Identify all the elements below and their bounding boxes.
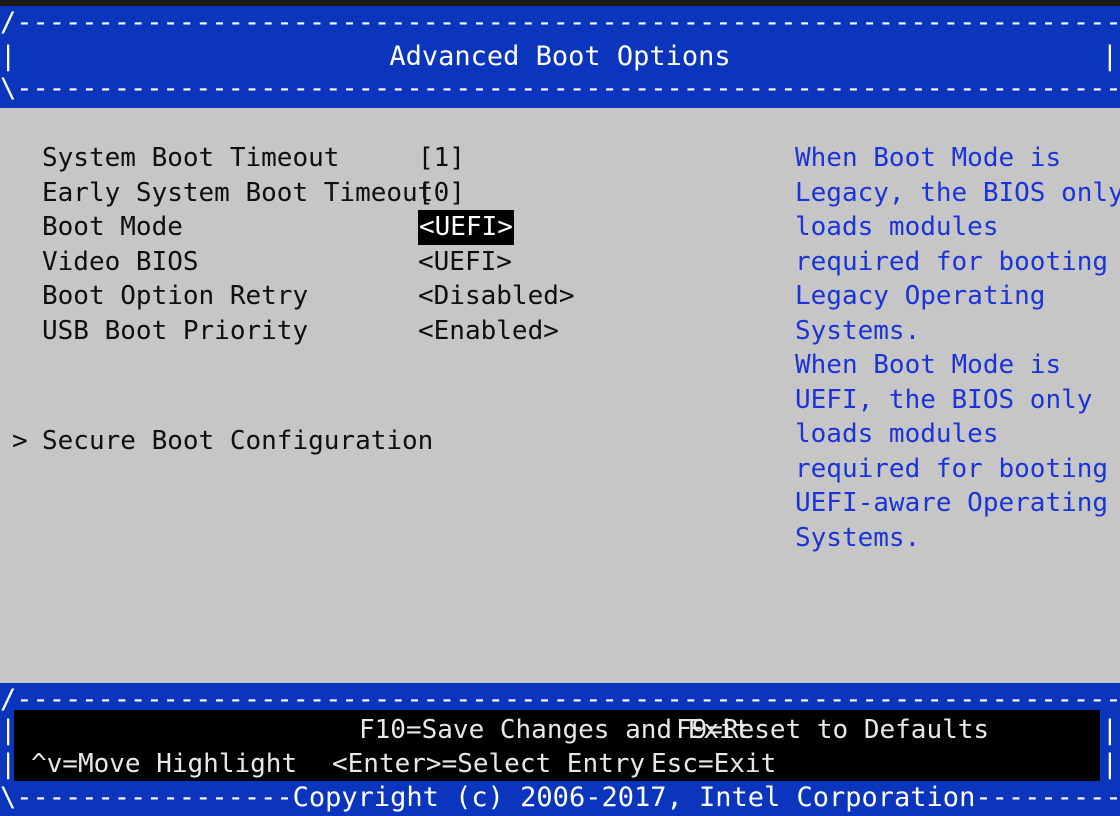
menu-row-video-bios[interactable]: Video BIOS <UEFI>: [0, 245, 780, 280]
bios-setup-screen: /---------------------------------------…: [0, 0, 1120, 816]
key-legend-row-1: F10=Save Changes and Exit F9=Reset to De…: [14, 713, 1100, 747]
header-bottom-border: \---------------------------------------…: [0, 74, 1120, 104]
menu-label: Boot Option Retry: [42, 281, 309, 311]
key-legend-box: F10=Save Changes and Exit F9=Reset to De…: [14, 710, 1100, 781]
help-line: Legacy, the BIOS only: [795, 177, 1120, 208]
footer-border-right-row1: |: [1101, 715, 1118, 746]
help-line: loads modules: [795, 419, 999, 449]
help-line: required for booting: [795, 246, 1109, 277]
help-line: Systems.: [795, 315, 921, 346]
menu-row-early-system-boot-timeout[interactable]: Early System Boot Timeout [0]: [0, 176, 780, 211]
menu-label: Video BIOS: [42, 246, 199, 277]
key-select-entry[interactable]: <Enter>=Select Entry: [332, 747, 645, 781]
help-text-panel: When Boot Mode is Legacy, the BIOS only …: [795, 141, 1120, 555]
key-legend-row-2: ^v=Move Highlight <Enter>=Select Entry E…: [14, 747, 1100, 781]
header-border-right: |: [1101, 41, 1118, 72]
header-top-border: /---------------------------------------…: [0, 8, 1120, 38]
menu-label: Secure Boot Configuration: [42, 426, 434, 456]
menu-label: Boot Mode: [42, 212, 183, 242]
copyright-border: \-----------------Copyright (c) 2006-201…: [0, 783, 1120, 813]
menu-value[interactable]: [1]: [418, 141, 465, 176]
help-line: Systems.: [795, 522, 921, 553]
help-line: UEFI-aware Operating: [795, 488, 1109, 518]
help-line: UEFI, the BIOS only: [795, 384, 1093, 415]
menu-value[interactable]: <Disabled>: [418, 279, 575, 314]
menu-value[interactable]: <UEFI>: [418, 245, 512, 280]
submenu-arrow-icon: >: [12, 426, 28, 456]
help-line: When Boot Mode is: [795, 350, 1062, 380]
key-move-highlight[interactable]: ^v=Move Highlight: [31, 747, 297, 781]
menu-row-usb-boot-priority[interactable]: USB Boot Priority <Enabled>: [0, 314, 780, 349]
menu-label: USB Boot Priority: [42, 315, 309, 346]
menu-row-system-boot-timeout[interactable]: System Boot Timeout [1]: [0, 141, 780, 176]
menu-value-selected[interactable]: <UEFI>: [418, 210, 514, 245]
settings-menu: System Boot Timeout [1] Early System Boo…: [0, 141, 780, 456]
header-panel: /---------------------------------------…: [0, 6, 1120, 108]
menu-value[interactable]: [0]: [418, 176, 465, 211]
menu-row-secure-boot-configuration[interactable]: > Secure Boot Configuration: [0, 424, 780, 459]
menu-label: Early System Boot Timeout: [42, 177, 434, 208]
help-line: loads modules: [795, 212, 999, 242]
footer-panel: /---------------------------------------…: [0, 683, 1120, 816]
body-panel: System Boot Timeout [1] Early System Boo…: [0, 108, 1120, 683]
key-exit[interactable]: Esc=Exit: [651, 747, 776, 781]
menu-row-boot-option-retry[interactable]: Boot Option Retry <Disabled>: [0, 279, 780, 314]
help-line: required for booting: [795, 453, 1109, 484]
help-line: Legacy Operating: [795, 281, 1046, 311]
help-line: When Boot Mode is: [795, 143, 1062, 173]
menu-row-boot-mode[interactable]: Boot Mode <UEFI>: [0, 210, 780, 245]
page-title: Advanced Boot Options: [389, 41, 731, 72]
menu-label: System Boot Timeout: [42, 143, 340, 173]
key-reset-to-defaults[interactable]: F9=Reset to Defaults: [676, 713, 989, 747]
menu-value[interactable]: <Enabled>: [418, 314, 559, 349]
footer-border-right-row2: |: [1101, 749, 1118, 780]
